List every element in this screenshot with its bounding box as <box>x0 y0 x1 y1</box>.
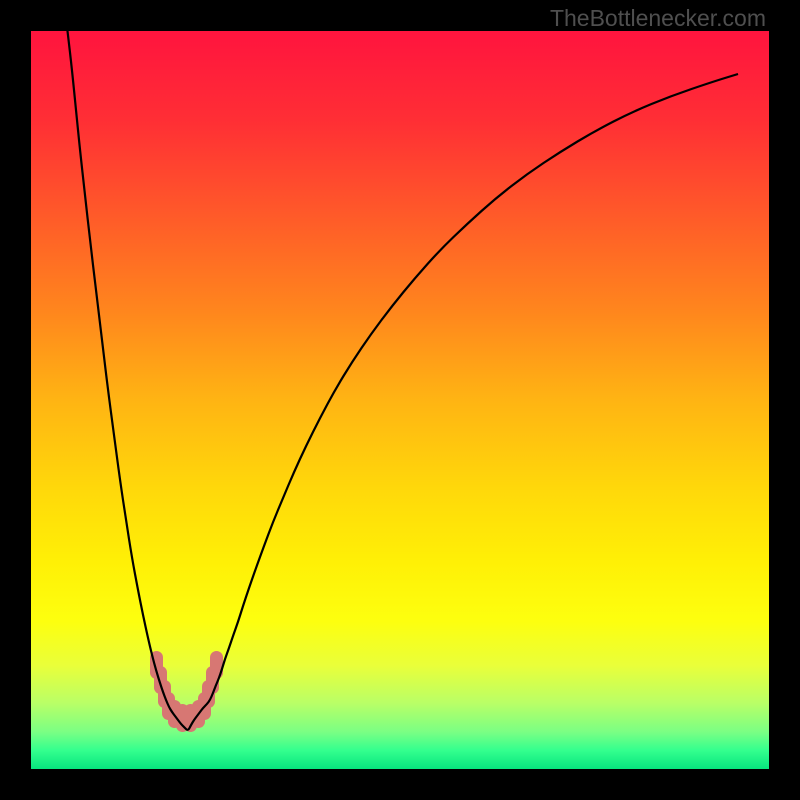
gradient-plot <box>31 31 769 769</box>
gradient-rect <box>31 31 769 769</box>
watermark-text: TheBottlenecker.com <box>550 5 766 32</box>
frame: TheBottlenecker.com <box>0 0 800 800</box>
